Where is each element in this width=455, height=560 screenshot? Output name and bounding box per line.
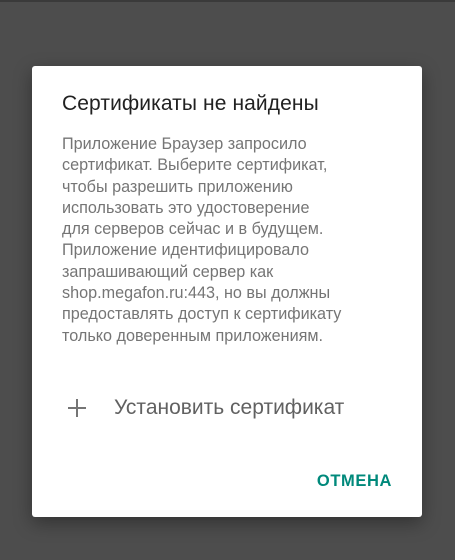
cancel-button[interactable]: ОТМЕНА [315, 468, 394, 495]
message-line: запрашивающий сервер как [62, 262, 274, 281]
message-line: Приложение Браузер запросило [62, 135, 307, 153]
dialog-message: Приложение Браузер запросило сертификат.… [62, 134, 382, 347]
plus-icon [66, 397, 88, 419]
dialog-title: Сертификаты не найдены [62, 92, 319, 115]
message-line: использовать это удостоверение [62, 198, 310, 217]
message-line: чтобы разрешить приложению [62, 177, 293, 196]
install-certificate-button[interactable]: Установить сертификат [66, 388, 344, 428]
message-line: только доверенным приложениям. [62, 326, 323, 345]
message-line: сертификат. Выберите сертификат, [62, 156, 328, 175]
message-line: Приложение идентифицировало [62, 241, 310, 260]
message-line: shop.megafon.ru:443, но вы должны [62, 284, 331, 303]
message-line: предоставлять доступ к сертификату [62, 305, 342, 324]
status-bar-strip [0, 0, 455, 2]
message-line: для серверов сейчас и в будущем. [62, 220, 324, 239]
certificate-dialog: Сертификаты не найдены Приложение Браузе… [32, 66, 422, 517]
install-certificate-label: Установить сертификат [114, 396, 345, 419]
